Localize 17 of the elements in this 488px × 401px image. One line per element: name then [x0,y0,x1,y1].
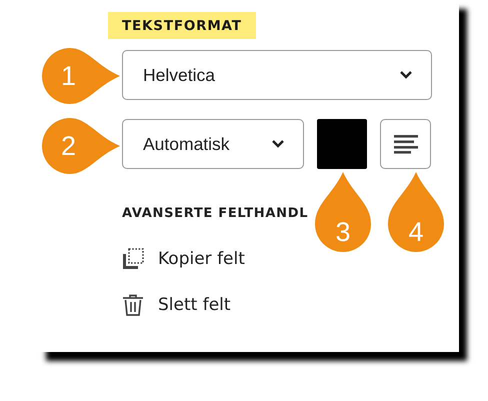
callout-badge: 1 [42,48,120,104]
copy-icon [122,248,144,270]
menu-item[interactable]: Kopier felt [122,248,245,270]
chevron-down-icon [271,139,285,149]
menu-item[interactable]: Slett felt [122,294,231,316]
align-button[interactable] [380,119,431,169]
align-left-icon [394,134,418,154]
chevron-down-icon [399,70,413,80]
color-swatch[interactable] [317,119,367,169]
callout-badge: 4 [388,172,444,252]
callout-badge: 3 [315,172,371,252]
section-title: TEKSTFORMAT [108,12,256,39]
font-dropdown[interactable]: Helvetica [122,50,432,100]
size-dropdown[interactable]: Automatisk [122,119,304,169]
trash-icon [122,294,144,316]
callout-badge: 2 [42,118,120,174]
section-title: AVANSERTE FELTHANDL [122,206,308,221]
